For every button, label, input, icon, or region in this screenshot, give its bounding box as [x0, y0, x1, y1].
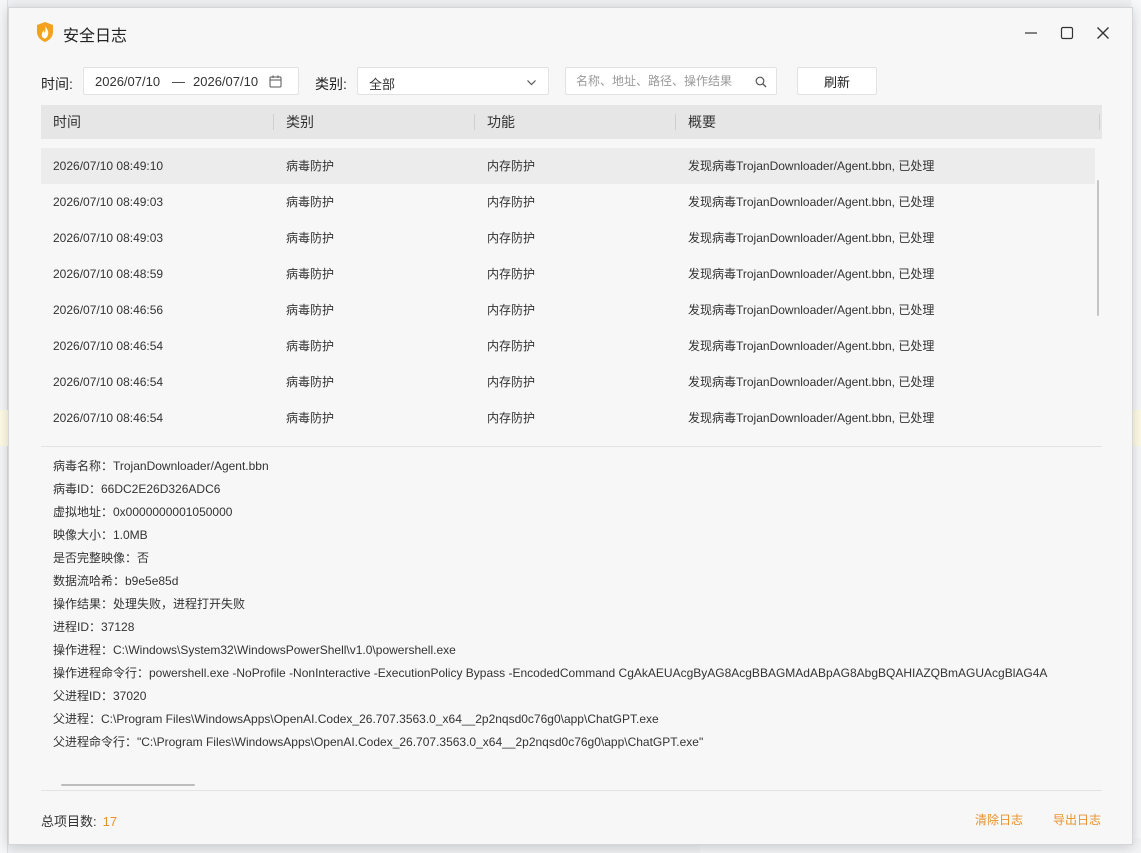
cell-function: 内存防护 — [487, 267, 536, 281]
cell-time: 2026/07/10 08:49:03 — [53, 231, 164, 245]
footer-divider — [41, 790, 1102, 791]
detail-complete-image: 是否完整映像：否 — [53, 551, 150, 565]
title-bar[interactable]: 安全日志 — [9, 8, 1132, 58]
refresh-button[interactable]: 刷新 — [797, 67, 877, 95]
flame-shield-icon — [35, 21, 55, 43]
date-separator: — — [172, 74, 185, 89]
minimize-button[interactable] — [1019, 21, 1043, 45]
maximize-button[interactable] — [1055, 21, 1079, 45]
column-separator[interactable] — [675, 114, 676, 130]
table-row[interactable]: 2026/07/10 08:49:03 病毒防护 内存防护 发现病毒Trojan… — [41, 184, 1095, 220]
cell-function: 内存防护 — [487, 303, 536, 317]
detail-parent-process-id: 父进程ID：37020 — [53, 689, 147, 703]
cell-function: 内存防护 — [487, 159, 536, 173]
search-box[interactable] — [565, 67, 777, 95]
section-divider — [41, 446, 1102, 447]
detail-image-size: 映像大小：1.0MB — [53, 528, 148, 542]
column-header-category[interactable]: 类别 — [286, 105, 314, 139]
cell-summary: 发现病毒TrojanDownloader/Agent.bbn, 已处理 — [688, 267, 935, 281]
category-select[interactable]: 全部 — [357, 67, 549, 95]
cell-summary: 发现病毒TrojanDownloader/Agent.bbn, 已处理 — [688, 231, 935, 245]
total-items-label: 总项目数: — [41, 814, 97, 829]
cell-time: 2026/07/10 08:48:59 — [53, 267, 164, 281]
date-end[interactable]: 2026/07/10 — [193, 74, 258, 89]
time-filter-label: 时间: — [41, 76, 73, 92]
search-icon[interactable] — [755, 76, 767, 88]
column-header-summary[interactable]: 概要 — [688, 105, 716, 139]
table-row[interactable]: 2026/07/10 08:48:59 病毒防护 内存防护 发现病毒Trojan… — [41, 256, 1095, 292]
cell-time: 2026/07/10 08:46:54 — [53, 339, 164, 353]
cell-summary: 发现病毒TrojanDownloader/Agent.bbn, 已处理 — [688, 303, 935, 317]
table-row[interactable]: 2026/07/10 08:46:54 病毒防护 内存防护 发现病毒Trojan… — [41, 400, 1095, 436]
chevron-down-icon — [527, 80, 536, 86]
date-range-picker[interactable]: 2026/07/10 — 2026/07/10 — [83, 67, 299, 95]
cell-category: 病毒防护 — [286, 159, 335, 173]
clear-log-link[interactable]: 清除日志 — [975, 811, 1023, 828]
table-row[interactable]: 2026/07/10 08:46:54 病毒防护 内存防护 发现病毒Trojan… — [41, 364, 1095, 400]
cell-summary: 发现病毒TrojanDownloader/Agent.bbn, 已处理 — [688, 159, 935, 173]
total-items: 总项目数: 17 — [41, 811, 117, 830]
detail-operation-process: 操作进程：C:\Windows\System32\WindowsPowerShe… — [53, 643, 456, 657]
close-button[interactable] — [1091, 21, 1115, 45]
log-table-body: 2026/07/10 08:49:10 病毒防护 内存防护 发现病毒Trojan… — [41, 148, 1095, 438]
calendar-icon[interactable] — [269, 75, 282, 88]
category-selected-value: 全部 — [369, 77, 396, 92]
detail-parent-process: 父进程：C:\Program Files\WindowsApps\OpenAI.… — [53, 712, 659, 726]
window-title: 安全日志 — [63, 28, 128, 45]
cell-time: 2026/07/10 08:49:03 — [53, 195, 164, 209]
export-log-link[interactable]: 导出日志 — [1053, 811, 1101, 828]
table-row[interactable]: 2026/07/10 08:46:56 病毒防护 内存防护 发现病毒Trojan… — [41, 292, 1095, 328]
cell-time: 2026/07/10 08:46:54 — [53, 411, 164, 425]
detail-virus-name: 病毒名称：TrojanDownloader/Agent.bbn — [53, 459, 269, 473]
cell-time: 2026/07/10 08:49:10 — [53, 159, 164, 173]
column-separator — [1099, 114, 1100, 130]
detail-virus-id: 病毒ID：66DC2E26D326ADC6 — [53, 482, 221, 496]
column-header-time[interactable]: 时间 — [53, 105, 81, 139]
table-row[interactable]: 2026/07/10 08:46:54 病毒防护 内存防护 发现病毒Trojan… — [41, 328, 1095, 364]
date-start[interactable]: 2026/07/10 — [95, 74, 160, 89]
column-separator[interactable] — [474, 114, 475, 130]
detail-virtual-address: 虚拟地址：0x0000000001050000 — [53, 505, 233, 519]
cell-function: 内存防护 — [487, 195, 536, 209]
detail-horizontal-scrollbar-thumb[interactable] — [61, 784, 195, 786]
cell-category: 病毒防护 — [286, 375, 335, 389]
cell-function: 内存防护 — [487, 339, 536, 353]
cell-category: 病毒防护 — [286, 195, 335, 209]
total-items-count: 17 — [102, 814, 118, 829]
cell-category: 病毒防护 — [286, 411, 335, 425]
cell-category: 病毒防护 — [286, 339, 335, 353]
table-scrollbar-thumb[interactable] — [1097, 180, 1099, 316]
cell-function: 内存防护 — [487, 411, 536, 425]
column-separator[interactable] — [273, 114, 274, 130]
cell-category: 病毒防护 — [286, 231, 335, 245]
column-header-function[interactable]: 功能 — [487, 105, 515, 139]
cell-category: 病毒防护 — [286, 303, 335, 317]
security-log-window: 安全日志 时间: 2026/07/10 — 2026/07/10 类别: 全部 — [8, 7, 1133, 845]
table-row[interactable]: 2026/07/10 08:49:10 病毒防护 内存防护 发现病毒Trojan… — [41, 148, 1095, 184]
cell-function: 内存防护 — [487, 231, 536, 245]
detail-panel: 病毒名称：TrojanDownloader/Agent.bbn 病毒ID：66D… — [53, 456, 1103, 776]
minimize-icon — [1025, 32, 1037, 34]
cell-summary: 发现病毒TrojanDownloader/Agent.bbn, 已处理 — [688, 195, 935, 209]
detail-parent-command-line: 父进程命令行："C:\Program Files\WindowsApps\Ope… — [53, 735, 704, 749]
category-filter-label: 类别: — [315, 76, 347, 92]
cell-summary: 发现病毒TrojanDownloader/Agent.bbn, 已处理 — [688, 339, 935, 353]
maximize-icon — [1060, 26, 1074, 40]
table-header: 时间 类别 功能 概要 — [41, 105, 1102, 139]
cell-function: 内存防护 — [487, 375, 536, 389]
detail-stream-hash: 数据流哈希：b9e5e85d — [53, 574, 179, 588]
table-row[interactable]: 2026/07/10 08:49:03 病毒防护 内存防护 发现病毒Trojan… — [41, 220, 1095, 256]
cell-category: 病毒防护 — [286, 267, 335, 281]
cell-summary: 发现病毒TrojanDownloader/Agent.bbn, 已处理 — [688, 411, 935, 425]
detail-operation-result: 操作结果：处理失败，进程打开失败 — [53, 597, 246, 611]
cell-time: 2026/07/10 08:46:54 — [53, 375, 164, 389]
close-icon — [1097, 27, 1109, 39]
cell-summary: 发现病毒TrojanDownloader/Agent.bbn, 已处理 — [688, 375, 935, 389]
cell-time: 2026/07/10 08:46:56 — [53, 303, 164, 317]
search-input[interactable] — [576, 72, 751, 90]
detail-process-command-line: 操作进程命令行：powershell.exe -NoProfile -NonIn… — [53, 666, 1048, 680]
detail-process-id: 进程ID：37128 — [53, 620, 135, 634]
